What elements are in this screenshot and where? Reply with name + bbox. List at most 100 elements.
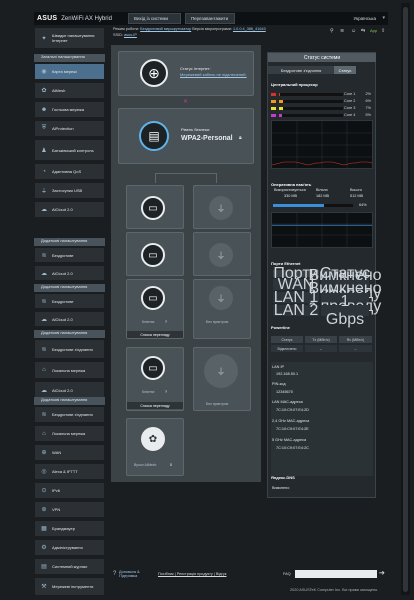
eth-status: 1 Gbps (321, 293, 369, 328)
usb-card[interactable]: ⏚ Без пристрою (193, 347, 251, 411)
menu-icon: ⚒ (41, 584, 47, 590)
aimesh-card[interactable]: ✿ Вузол AiMesh: 0 (126, 418, 184, 476)
usb-card[interactable]: ⏚ Без пристрою (193, 279, 251, 339)
core-pct: 2% (365, 92, 372, 96)
sidebar-item[interactable]: ☁ AiCloud 2.0 (34, 265, 105, 281)
usb-card[interactable]: ⏚ (193, 185, 251, 229)
lan-ip-value: 192.168.50.1 (276, 372, 299, 376)
sidebar-item-label: IPv6 (52, 488, 61, 493)
sidebar-item-label: VPN (52, 507, 61, 512)
sidebar-item[interactable]: ◉ Карта мережі (34, 63, 105, 80)
faq-search-input[interactable] (295, 570, 377, 578)
sidebar-item[interactable]: ◔ Адаптивна QoS (34, 163, 105, 180)
lan-mac-value: 7C:10:C9:07:E4:2D (276, 408, 309, 412)
usb-card[interactable]: ⏚ (193, 232, 251, 276)
top-header: ASUS ZenWiFi AX Hybrid Вихід із системи … (34, 12, 388, 25)
person-icon[interactable]: ☺ (351, 28, 356, 34)
copyright: 2020 ASUSTeK Computer Inc. Всі права зах… (290, 588, 379, 592)
usb-icon[interactable]: ⚲ (330, 28, 334, 34)
footer-links[interactable]: Посібник | Реєстрація продукту | Відгук (158, 572, 226, 576)
sidebar-item[interactable]: ⏚ Застосунки USB (34, 182, 105, 199)
cpu-core-row: Core 2 6% (271, 99, 374, 105)
router-card[interactable]: ▤ Рівень безпеки: WPA2-Personal 🔒︎ (118, 108, 254, 164)
clients-card[interactable]: ▭ Клієнти: ? Список перегляду (126, 347, 184, 411)
chevron-down-icon: ▾ (382, 15, 385, 21)
sidebar-item-label: Бездротове з'єднання (52, 412, 93, 417)
clients-value: ? (165, 390, 167, 394)
core-color-swatch (271, 100, 276, 103)
reboot-button[interactable]: Перезавантажити (184, 13, 235, 24)
usb-icon: ⏚ (209, 286, 233, 310)
core-pct: 5% (365, 113, 372, 117)
wand-icon: ✦ (41, 35, 47, 42)
sidebar-item[interactable]: ◎ Alexa & IFTTT (34, 463, 105, 480)
sidebar-item-label: AiMesh (52, 88, 66, 93)
sidebar-item-label: Брандмауер (52, 526, 75, 531)
scrollbar[interactable] (401, 3, 410, 595)
aimesh-icon: ✿ (141, 427, 165, 451)
connector-line (155, 173, 217, 183)
link-icon[interactable]: ⇆ (361, 28, 365, 34)
core-bar (279, 107, 343, 110)
clients-card[interactable]: ▭ Клієнти: ? Список перегляду (126, 279, 184, 339)
ram-used-label: Використовується (274, 188, 306, 192)
share-icon[interactable]: ⇪ (381, 28, 385, 34)
menu-icon: ⚙ (41, 545, 47, 551)
pl-col-rx: Rx (Мбіт/с) (339, 336, 372, 343)
section-header: Додаткові налаштування (34, 330, 105, 338)
sidebar-item-label: Швидке налаштування Інтернет (52, 33, 95, 43)
client-card[interactable]: ▭ (126, 232, 184, 276)
ssid-link[interactable]: asus-IP (124, 33, 137, 37)
laptop-icon: ▭ (141, 356, 165, 380)
core-bar-fill (279, 107, 284, 110)
ram-title: Оперативна пам'ять (271, 182, 312, 187)
sidebar-item[interactable]: ⚙ Адміністрування (34, 539, 105, 556)
internet-status-link[interactable]: Мережевий кабель не підключений. (180, 72, 250, 77)
arrow-right-icon[interactable]: ➔ (379, 569, 385, 577)
scrollbar-thumb[interactable] (403, 7, 408, 592)
help-icon: ? (113, 571, 117, 577)
menu-icon: ≋ (41, 252, 47, 259)
sidebar-item[interactable]: ⊕ WAN (34, 444, 105, 461)
menu-icon: ◎ (41, 469, 47, 475)
tab-wireless[interactable]: Бездротове з'єднання (268, 66, 334, 74)
router-admin-page: ASUS ZenWiFi AX Hybrid Вихід із системи … (0, 0, 414, 600)
sidebar-item[interactable]: ≋ Бездротове (34, 293, 105, 309)
app-label[interactable]: App (370, 28, 377, 33)
sidebar-item[interactable]: ⚒ Мережеві інструменти (34, 577, 105, 596)
sidebar-item[interactable]: ≋ Бездротове з'єднання (34, 406, 105, 423)
sidebar-item[interactable]: ⌂ Локальна мережа (34, 425, 105, 442)
sidebar-item-quick-setup[interactable]: ✦ Швидке налаштування Інтернет (34, 27, 105, 49)
sidebar-item[interactable]: ⌂ Локальна мережа (34, 361, 105, 379)
view-list-button[interactable]: Список перегляду (127, 331, 183, 338)
client-card[interactable]: ▭ (126, 185, 184, 229)
core-color-swatch (271, 93, 276, 96)
help-link[interactable]: Допомога & Підтримка (119, 570, 149, 578)
sidebar-item[interactable]: ☁ AiCloud 2.0 (34, 201, 105, 218)
lock-icon: 🔒︎ (239, 135, 242, 141)
sidebar-item[interactable]: ☁ AiCloud 2.0 (34, 311, 105, 327)
clients-value: ? (165, 320, 167, 324)
tab-status[interactable]: Статус (334, 66, 356, 74)
firmware-link[interactable]: 1.0.0.4_386_41643 (233, 27, 266, 31)
logout-button[interactable]: Вихід із системи (127, 13, 181, 24)
sidebar-item[interactable]: ☻ Гостьова мережа (34, 101, 105, 118)
wifi-icon[interactable]: ≋ (340, 28, 344, 34)
sidebar-item[interactable]: ♟ Батьківський контроль (34, 139, 105, 161)
sidebar-item[interactable]: ⛨ AiProtection (34, 120, 105, 137)
sidebar-item-label: Батьківський контроль (52, 147, 94, 153)
sidebar-item[interactable]: ≋ Бездротове (34, 247, 105, 263)
menu-icon: ▦ (41, 526, 47, 532)
sidebar-item[interactable]: ✿ AiMesh (34, 82, 105, 99)
sidebar-item[interactable]: ≋ Бездротове з'єднання (34, 339, 105, 359)
router-icon: ▤ (139, 121, 169, 151)
sidebar-item[interactable]: ⊙ IPv6 (34, 482, 105, 499)
sidebar-item[interactable]: ▤ Системний журнал (34, 558, 105, 575)
sidebar-item[interactable]: ▦ Брандмауер (34, 520, 105, 537)
sidebar-item[interactable]: ⊛ VPN (34, 501, 105, 518)
mode-link[interactable]: Бездротовий маршрутизатор (140, 27, 191, 31)
internet-card[interactable]: ⊕ Статус Інтернет: Мережевий кабель не п… (118, 51, 254, 96)
sidebar-item-label: Гостьова мережа (52, 107, 84, 112)
menu-icon: ≋ (41, 412, 47, 418)
view-list-button[interactable]: Список перегляду (127, 402, 183, 409)
